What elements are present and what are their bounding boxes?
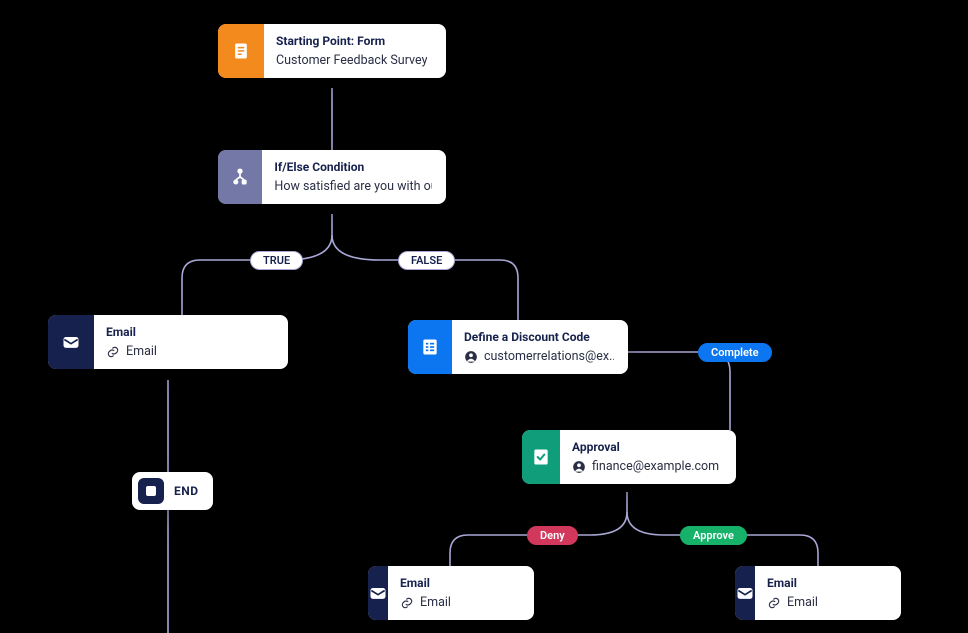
node-title: Define a Discount Code	[464, 330, 614, 345]
node-subtitle: How satisfied are you with ou	[274, 179, 432, 194]
node-subtitle: Email	[400, 595, 534, 610]
node-title: Email	[400, 576, 534, 591]
node-subtitle: customerrelations@ex...	[464, 349, 614, 364]
node-title: Email	[106, 325, 256, 340]
stop-icon	[138, 478, 164, 504]
node-discount[interactable]: Define a Discount Code customerrelations…	[408, 320, 628, 374]
workflow-canvas[interactable]: Starting Point: Form Customer Feedback S…	[0, 0, 968, 633]
edge-label-approve: Approve	[680, 526, 747, 545]
task-icon	[408, 320, 452, 374]
node-end[interactable]: END	[132, 472, 213, 510]
branch-label-false: FALSE	[398, 251, 455, 270]
node-title: Starting Point: Form	[276, 34, 427, 49]
node-title: Approval	[572, 440, 722, 455]
node-subtitle: finance@example.com	[572, 459, 722, 474]
node-email-true[interactable]: Email Email	[48, 315, 288, 369]
approval-icon	[522, 430, 560, 484]
node-subtitle: Email	[767, 595, 901, 610]
node-subtitle: Email	[106, 344, 256, 359]
form-icon	[218, 24, 264, 78]
branch-label-true: TRUE	[250, 251, 303, 270]
node-title: If/Else Condition	[274, 160, 432, 175]
email-icon	[735, 566, 755, 620]
end-label: END	[174, 484, 199, 498]
node-title: Email	[767, 576, 901, 591]
email-icon	[48, 315, 94, 369]
link-icon	[400, 596, 414, 610]
node-subtitle: Customer Feedback Survey	[276, 53, 427, 68]
node-email-approve[interactable]: Email Email	[735, 566, 901, 620]
email-icon	[368, 566, 388, 620]
node-starting-point[interactable]: Starting Point: Form Customer Feedback S…	[218, 24, 446, 78]
user-icon	[464, 350, 478, 364]
node-approval[interactable]: Approval finance@example.com	[522, 430, 736, 484]
edge-label-deny: Deny	[527, 526, 578, 545]
link-icon	[106, 345, 120, 359]
edge-label-complete: Complete	[698, 343, 772, 362]
node-if-else[interactable]: If/Else Condition How satisfied are you …	[218, 150, 446, 204]
node-email-deny[interactable]: Email Email	[368, 566, 534, 620]
user-icon	[572, 460, 586, 474]
branch-icon	[218, 150, 262, 204]
link-icon	[767, 596, 781, 610]
